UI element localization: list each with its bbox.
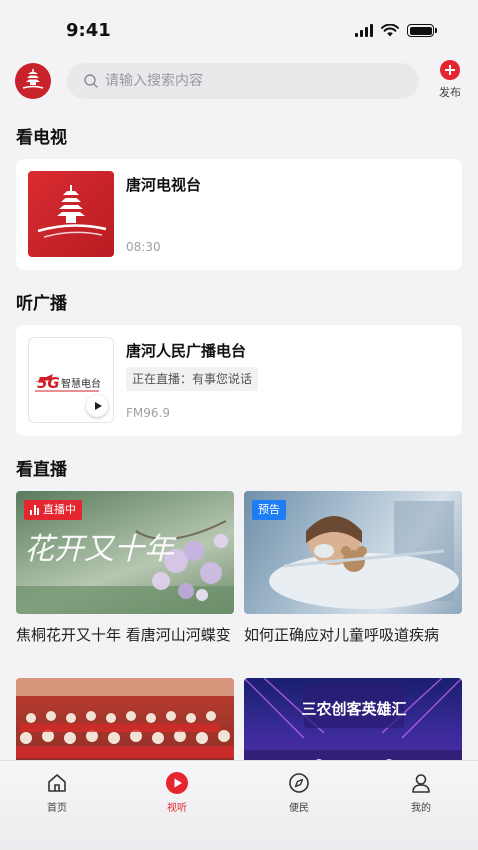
tab-profile[interactable]: 我的 xyxy=(391,771,451,814)
publish-button[interactable]: 发布 xyxy=(436,60,464,100)
radio-station-name: 唐河人民广播电台 xyxy=(126,342,247,360)
pagoda-icon xyxy=(37,185,107,238)
status-icons xyxy=(355,24,437,37)
radio-logo-text: 智慧电台 xyxy=(61,377,101,390)
status-bar: 9:41 xyxy=(0,0,478,56)
tv-station-card[interactable]: 唐河电视台 08:30 xyxy=(16,159,462,270)
radio-frequency: FM96.9 xyxy=(126,406,170,420)
bottom-tab-bar: 首页 视听 便民 我的 xyxy=(0,760,478,850)
tv-station-name: 唐河电视台 xyxy=(126,176,202,194)
tab-media[interactable]: 视听 xyxy=(147,771,207,814)
live-bars-icon xyxy=(30,505,39,515)
tv-station-thumbnail xyxy=(28,171,114,257)
tab-home[interactable]: 首页 xyxy=(27,771,87,814)
live-badge-text: 直播中 xyxy=(43,503,76,516)
section-title-radio: 听广播 xyxy=(16,294,67,314)
user-icon xyxy=(412,774,430,793)
section-title-tv: 看电视 xyxy=(16,128,67,148)
preview-badge-text: 预告 xyxy=(258,503,280,516)
home-icon xyxy=(48,774,66,792)
section-title-live: 看直播 xyxy=(16,460,67,480)
app-logo[interactable] xyxy=(15,63,51,99)
search-bar[interactable] xyxy=(67,63,419,99)
compass-icon xyxy=(289,773,309,793)
play-button[interactable] xyxy=(86,395,108,417)
battery-icon xyxy=(407,24,437,37)
now-playing-tag: 正在直播：有事您说话 xyxy=(126,367,259,391)
search-input[interactable] xyxy=(105,73,405,89)
status-time: 9:41 xyxy=(66,20,111,41)
svg-text:5G: 5G xyxy=(37,374,60,392)
poster-text: 花开又十年 xyxy=(24,532,177,567)
tab-label: 我的 xyxy=(411,803,431,814)
wifi-icon xyxy=(381,24,399,37)
live-title: 如何正确应对儿童呼吸道疾病 xyxy=(244,626,440,644)
tv-station-time: 08:30 xyxy=(126,240,161,254)
pagoda-logo-icon xyxy=(22,69,44,89)
tab-label: 视听 xyxy=(167,803,187,814)
tab-label: 首页 xyxy=(47,803,67,814)
search-icon xyxy=(84,74,98,88)
live-title: 焦桐花开又十年 看唐河山河蝶变 xyxy=(16,626,231,644)
poster-text: 三农创客英雄汇 xyxy=(301,700,406,718)
live-thumbnail: 花开又十年 直播中 xyxy=(16,491,234,614)
plus-circle-icon xyxy=(440,60,460,80)
live-thumbnail: 预告 xyxy=(244,491,462,614)
signal-icon xyxy=(355,24,373,37)
live-badge: 直播中 xyxy=(24,500,82,520)
preview-badge: 预告 xyxy=(252,500,286,520)
tab-label: 便民 xyxy=(289,803,309,814)
radio-station-thumbnail: 5G 智慧电台 xyxy=(28,337,114,423)
publish-label: 发布 xyxy=(439,86,461,99)
tab-services[interactable]: 便民 xyxy=(269,771,329,814)
play-circle-icon xyxy=(166,772,188,794)
